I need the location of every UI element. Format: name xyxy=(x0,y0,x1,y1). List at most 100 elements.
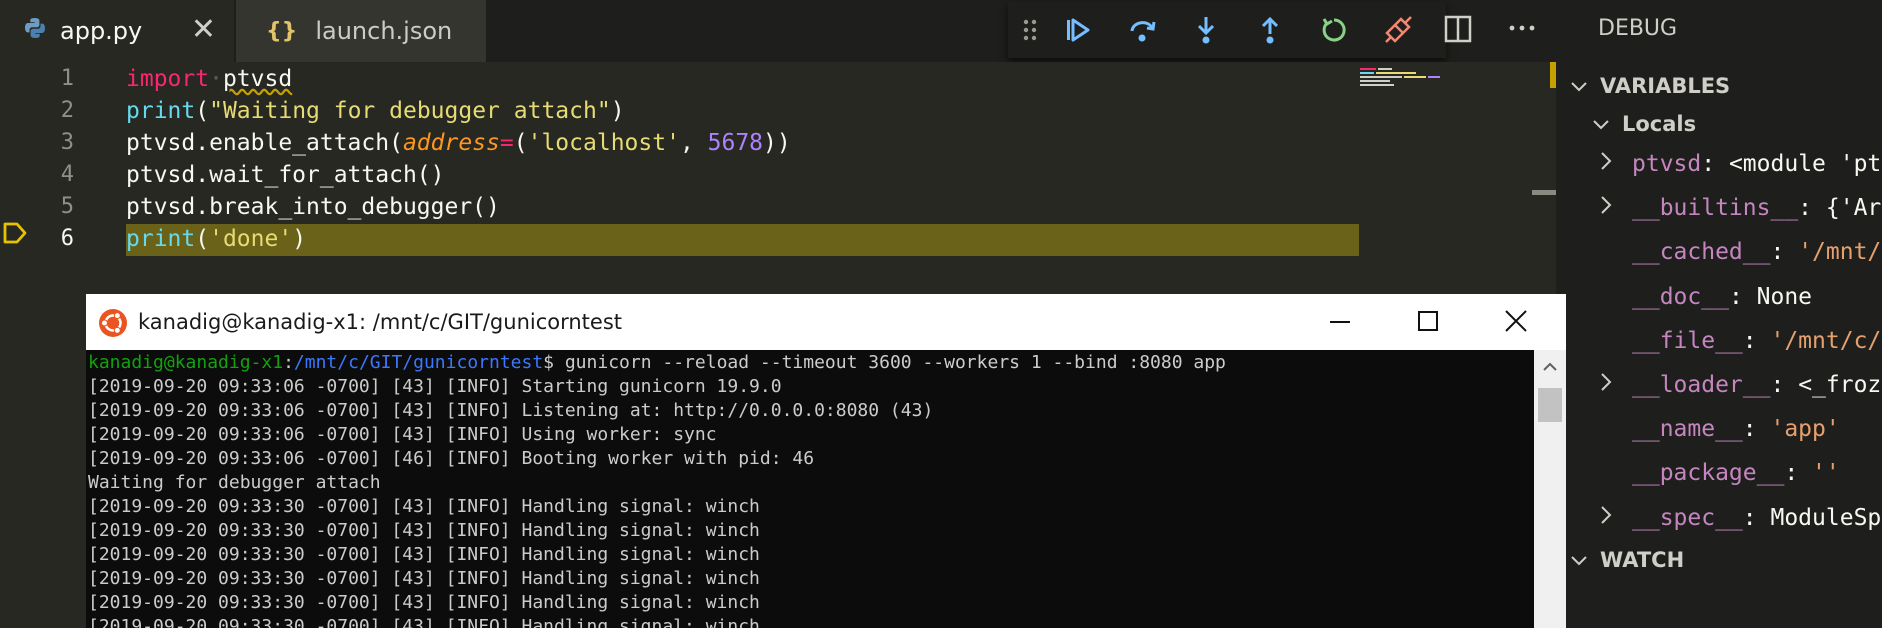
chevron-right-icon[interactable] xyxy=(1600,195,1612,221)
variable-value: ModuleSp xyxy=(1770,504,1882,531)
variable-name: __builtins__ xyxy=(1632,195,1799,222)
variables-section-header[interactable]: VARIABLES xyxy=(1556,66,1882,106)
chevron-right-icon[interactable] xyxy=(1600,505,1612,531)
minimize-icon[interactable] xyxy=(1322,304,1358,340)
variable-value: None xyxy=(1756,283,1813,310)
variable-name: __spec__ xyxy=(1632,504,1743,531)
step-into-icon[interactable] xyxy=(1188,12,1224,48)
variable-entry: __loader__: <_froz xyxy=(1632,372,1881,398)
variable-name: __loader__ xyxy=(1632,372,1771,398)
more-actions-icon[interactable] xyxy=(1508,18,1536,42)
disconnect-icon[interactable] xyxy=(1380,12,1416,48)
current-statement-arrow-icon[interactable] xyxy=(2,220,28,250)
ubuntu-logo-icon xyxy=(98,308,128,342)
terminal-output[interactable]: kanadig@kanadig-x1:/mnt/c/GIT/gunicornte… xyxy=(86,350,1534,628)
variable-row[interactable]: ptvsd: <module 'pt xyxy=(1556,142,1882,186)
variable-entry: __cached__: '/mnt/ xyxy=(1632,239,1881,265)
code-line[interactable]: 3 ptvsd.enable_attach(address=('localhos… xyxy=(0,128,1534,160)
tab-label: app.py xyxy=(60,17,143,45)
locals-title: Locals xyxy=(1622,112,1697,136)
sidebar-title: DEBUG xyxy=(1598,16,1678,41)
code-text: print("Waiting for debugger attach") xyxy=(126,98,625,124)
locals-scope-header[interactable]: Locals xyxy=(1556,104,1882,144)
restart-icon[interactable] xyxy=(1316,12,1352,48)
variable-value: '' xyxy=(1812,460,1840,487)
variable-entry: __package__: '' xyxy=(1632,460,1840,486)
variable-name: __name__ xyxy=(1632,416,1743,443)
tab-label: launch.json xyxy=(315,17,453,45)
terminal-command-line: kanadig@kanadig-x1:/mnt/c/GIT/gunicornte… xyxy=(88,352,1226,373)
chevron-right-icon[interactable] xyxy=(1600,151,1612,177)
terminal-line: [2019-09-20 09:33:30 -0700] [43] [INFO] … xyxy=(88,520,760,541)
terminal-line: [2019-09-20 09:33:30 -0700] [43] [INFO] … xyxy=(88,592,760,613)
variable-row[interactable]: __file__: '/mnt/c/ xyxy=(1556,319,1882,363)
line-number: 3 xyxy=(60,130,74,155)
chevron-right-icon[interactable] xyxy=(1600,372,1612,398)
terminal-line: [2019-09-20 09:33:30 -0700] [43] [INFO] … xyxy=(88,616,760,628)
variable-name: __cached__ xyxy=(1632,239,1771,266)
variable-entry: __doc__: None xyxy=(1632,284,1812,310)
continue-icon[interactable] xyxy=(1060,12,1096,48)
variable-row[interactable]: __builtins__: {'Ar xyxy=(1556,186,1882,230)
drag-handle-icon[interactable] xyxy=(1012,12,1048,48)
variable-row[interactable]: __name__: 'app' xyxy=(1556,407,1882,451)
line-number: 5 xyxy=(60,194,74,219)
variable-name: __file__ xyxy=(1632,327,1743,354)
python-file-icon xyxy=(24,17,46,45)
terminal-line: [2019-09-20 09:33:06 -0700] [43] [INFO] … xyxy=(88,424,717,445)
terminal-line: Waiting for debugger attach xyxy=(88,472,381,493)
variable-entry: ptvsd: <module 'pt xyxy=(1632,151,1881,177)
chevron-down-icon xyxy=(1570,74,1588,98)
code-line[interactable]: 2 print("Waiting for debugger attach") xyxy=(0,96,1534,128)
tab-app-py[interactable]: app.py ✕ xyxy=(0,0,234,62)
code-line[interactable]: 4 ptvsd.wait_for_attach() xyxy=(0,160,1534,192)
watch-section-header[interactable]: WATCH xyxy=(1556,540,1882,580)
variable-row[interactable]: __loader__: <_froz xyxy=(1556,363,1882,407)
variable-separator: : xyxy=(1742,416,1771,443)
editor-scrollbar[interactable] xyxy=(1532,190,1556,195)
variables-title: VARIABLES xyxy=(1600,74,1731,98)
step-out-icon[interactable] xyxy=(1252,12,1288,48)
line-number: 1 xyxy=(60,66,74,91)
tab-launch-json[interactable]: {} launch.json xyxy=(236,0,486,62)
terminal-scrollbar[interactable] xyxy=(1534,350,1566,628)
editor-minimap[interactable] xyxy=(1358,66,1468,88)
code-text: import·ptvsd xyxy=(126,66,293,92)
code-text: ptvsd.break_into_debugger() xyxy=(126,194,500,220)
variable-entry: __name__: 'app' xyxy=(1632,416,1840,442)
terminal-line: [2019-09-20 09:33:06 -0700] [43] [INFO] … xyxy=(88,400,934,421)
variable-separator: : xyxy=(1728,283,1757,310)
scroll-up-icon[interactable] xyxy=(1542,358,1558,377)
code-text: print('done') xyxy=(126,226,307,252)
variable-entry: __builtins__: {'Ar xyxy=(1632,195,1881,221)
variable-separator: : xyxy=(1742,504,1771,531)
variable-separator: : xyxy=(1770,372,1799,398)
terminal-window[interactable]: kanadig@kanadig-x1: /mnt/c/GIT/gunicornt… xyxy=(86,294,1566,628)
line-number: 2 xyxy=(60,98,74,123)
variable-row[interactable]: __cached__: '/mnt/ xyxy=(1556,230,1882,274)
scrollbar-thumb[interactable] xyxy=(1538,388,1562,422)
code-text: ptvsd.wait_for_attach() xyxy=(126,162,445,188)
chevron-down-icon xyxy=(1592,112,1610,136)
variable-value: 'app' xyxy=(1770,416,1840,443)
maximize-icon[interactable] xyxy=(1410,304,1446,340)
variable-separator: : xyxy=(1701,151,1729,177)
variable-value: <module 'pt xyxy=(1728,151,1882,177)
code-line[interactable]: 5 ptvsd.break_into_debugger() xyxy=(0,192,1534,224)
variable-row[interactable]: __spec__: ModuleSp xyxy=(1556,496,1882,540)
terminal-line: [2019-09-20 09:33:06 -0700] [43] [INFO] … xyxy=(88,376,782,397)
close-icon[interactable] xyxy=(1498,304,1534,340)
variable-row[interactable]: __doc__: None xyxy=(1556,275,1882,319)
variable-row[interactable]: __package__: '' xyxy=(1556,451,1882,495)
current-line-highlight xyxy=(126,224,1359,256)
terminal-line: [2019-09-20 09:33:30 -0700] [43] [INFO] … xyxy=(88,568,760,589)
terminal-line: [2019-09-20 09:33:06 -0700] [46] [INFO] … xyxy=(88,448,815,469)
step-over-icon[interactable] xyxy=(1124,12,1160,48)
code-line[interactable]: 1 import·ptvsd xyxy=(0,64,1534,96)
close-tab-icon[interactable]: ✕ xyxy=(191,12,216,47)
variable-name: ptvsd xyxy=(1632,151,1702,177)
terminal-title-bar[interactable]: kanadig@kanadig-x1: /mnt/c/GIT/gunicornt… xyxy=(86,294,1566,350)
current-code-line[interactable]: 6 print('done') xyxy=(0,224,1534,256)
split-editor-icon[interactable] xyxy=(1444,14,1472,48)
variable-name: __package__ xyxy=(1632,460,1785,487)
